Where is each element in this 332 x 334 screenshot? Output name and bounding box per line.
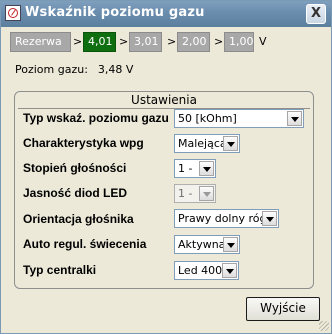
chevron-down-icon[interactable] (222, 263, 237, 278)
gauge-icon (5, 5, 21, 21)
characteristic-select[interactable]: Malejąca (174, 134, 240, 153)
level-unit: V (259, 35, 267, 48)
chevron-down-icon (199, 186, 214, 201)
chevron-down-icon[interactable] (199, 161, 214, 176)
volume-value: 1 - (178, 162, 193, 175)
sensor-type-label: Typ wskaź. poziomu gazu (23, 111, 169, 125)
level-separator: > (214, 35, 224, 48)
central-type-value: Led 400 (178, 264, 223, 277)
resize-grip[interactable] (319, 321, 329, 331)
close-icon: X (310, 6, 322, 21)
level-indicator: Rezerwa > 4,01 > 3,01 > 2,00 > 1,00 V (1, 32, 331, 52)
chevron-down-icon[interactable] (223, 237, 238, 252)
speaker-orientation-label: Orientacja głośnika (23, 212, 134, 226)
led-brightness-label: Jasność diod LED (23, 186, 128, 200)
settings-title: Ustawienia (131, 93, 197, 107)
level-separator: > (73, 35, 83, 48)
exit-button[interactable]: Wyjście (246, 297, 320, 321)
auto-brightness-select[interactable]: Aktywna (174, 235, 240, 254)
level-reserve: Rezerwa (10, 32, 71, 52)
volume-label: Stopień głośności (23, 161, 127, 175)
led-brightness-value: 1 - (178, 187, 193, 200)
characteristic-value: Malejąca (178, 137, 227, 150)
close-button[interactable]: X (306, 4, 326, 24)
gas-level-unit: V (125, 63, 134, 76)
level-1-00: 1,00 (224, 32, 254, 52)
characteristic-label: Charakterystyka wpg (23, 136, 144, 150)
sensor-type-select[interactable]: 50 [kOhm] (174, 109, 304, 128)
title-bar[interactable]: Wskaźnik poziomu gazu X (1, 1, 331, 27)
level-separator: > (119, 35, 129, 48)
gas-level-status: Poziom gazu: 3,48 V (15, 63, 133, 76)
level-separator: > (167, 35, 177, 48)
auto-brightness-value: Aktywna (178, 238, 226, 251)
led-brightness-select: 1 - (174, 184, 216, 203)
auto-brightness-label: Auto regul. świecenia (23, 237, 147, 251)
chevron-down-icon[interactable] (223, 136, 238, 151)
level-4-01: 4,01 (83, 32, 116, 52)
chevron-down-icon[interactable] (262, 211, 277, 226)
level-2-00: 2,00 (177, 32, 210, 52)
level-3-01: 3,01 (129, 32, 162, 52)
central-type-select[interactable]: Led 400 (174, 261, 239, 280)
window-title: Wskaźnik poziomu gazu (25, 5, 205, 20)
volume-select[interactable]: 1 - (174, 159, 216, 178)
sensor-type-value: 50 [kOhm] (178, 112, 237, 125)
gas-level-label: Poziom gazu: (15, 63, 88, 76)
speaker-orientation-value: Prawy dolny róg (178, 212, 267, 225)
speaker-orientation-select[interactable]: Prawy dolny róg (174, 209, 279, 228)
gas-level-value: 3,48 (97, 63, 123, 76)
central-type-label: Typ centralki (23, 263, 97, 277)
app-window: Wskaźnik poziomu gazu X Rezerwa > 4,01 >… (0, 0, 332, 334)
chevron-down-icon[interactable] (287, 111, 302, 126)
